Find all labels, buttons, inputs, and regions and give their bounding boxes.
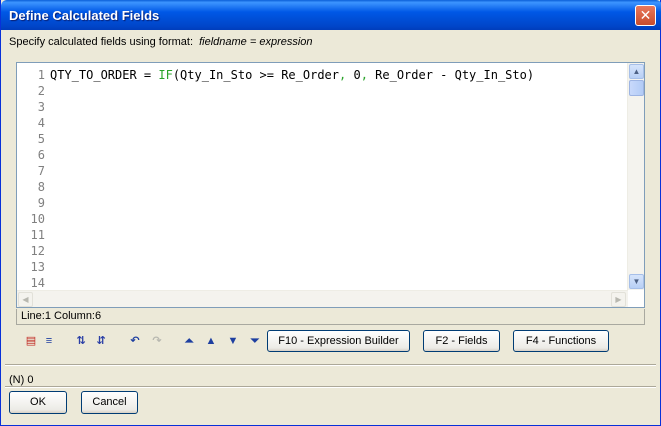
- indent-icon[interactable]: ≡: [41, 333, 57, 349]
- cancel-label: Cancel: [92, 396, 127, 408]
- condition-text: (Qty_In_Sto >= Re_Order: [172, 68, 339, 82]
- line-number: 6: [37, 148, 45, 162]
- line-number: 3: [37, 100, 45, 114]
- comma-separator: ,: [339, 68, 354, 82]
- expression-editor-frame: 1 2 3 4 5 6 7 8 9 10 11 12 13 14 QTY_TO_ORDER = IF(Qt…: [16, 62, 645, 308]
- move-top-icon[interactable]: ⏶: [181, 333, 197, 349]
- move-up-icon[interactable]: ▲: [203, 333, 219, 349]
- line-number: 13: [30, 260, 45, 274]
- line-number: 8: [37, 180, 45, 194]
- move-bottom-icon[interactable]: ⏷: [247, 333, 263, 349]
- divider: [5, 364, 656, 366]
- code-line-1[interactable]: QTY_TO_ORDER = IF(Qty_In_Sto >= Re_Order…: [50, 67, 628, 83]
- line-number: 2: [37, 84, 45, 98]
- instruction-text: Specify calculated fields using format: …: [9, 36, 313, 48]
- expression-editor[interactable]: 1 2 3 4 5 6 7 8 9 10 11 12 13 14 QTY_TO_ORDER = IF(Qt…: [17, 63, 628, 290]
- line-number: 9: [37, 196, 45, 210]
- sort-az-icon[interactable]: ⇅: [73, 333, 89, 349]
- scroll-right-icon[interactable]: ▶: [611, 292, 626, 307]
- line-number: 12: [30, 244, 45, 258]
- vertical-scrollbar[interactable]: ▲ ▼: [627, 63, 644, 290]
- line-number: 11: [30, 228, 45, 242]
- line-number: 10: [30, 212, 45, 226]
- scroll-left-icon[interactable]: ◀: [18, 292, 33, 307]
- dialog-window: Define Calculated Fields ✕ Specify calcu…: [0, 0, 661, 426]
- function-name: IF: [158, 68, 173, 82]
- editor-toolbar: ▤ ≡ ⇅ ⇵ ↶ ↷ ⏶ ▲ ▼ ⏷ F10 - Expression Bui…: [21, 330, 621, 352]
- cursor-position: Line:1 Column:6: [16, 309, 645, 325]
- instruction-label: Specify calculated fields using format:: [9, 36, 194, 48]
- format-hint: fieldname = expression: [199, 36, 313, 48]
- move-down-icon[interactable]: ▼: [225, 333, 241, 349]
- line-number: 1: [37, 68, 45, 82]
- line-number: 4: [37, 116, 45, 130]
- line-number: 5: [37, 132, 45, 146]
- expression-builder-button[interactable]: F10 - Expression Builder: [267, 330, 410, 352]
- scroll-thumb[interactable]: [629, 80, 644, 96]
- field-assignment: QTY_TO_ORDER =: [50, 68, 159, 82]
- scroll-up-icon[interactable]: ▲: [629, 64, 644, 79]
- fields-button[interactable]: F2 - Fields: [423, 330, 500, 352]
- divider: [5, 386, 656, 388]
- window-title: Define Calculated Fields: [9, 8, 160, 23]
- functions-button[interactable]: F4 - Functions: [513, 330, 609, 352]
- ok-label: OK: [30, 396, 46, 408]
- list-icon[interactable]: ▤: [23, 333, 39, 349]
- else-expression: Re_Order - Qty_In_Sto): [375, 68, 535, 82]
- scroll-down-icon[interactable]: ▼: [629, 274, 644, 289]
- ok-button[interactable]: OK: [9, 391, 67, 414]
- title-bar[interactable]: Define Calculated Fields ✕: [1, 0, 661, 30]
- line-number: 7: [37, 164, 45, 178]
- cancel-button[interactable]: Cancel: [81, 391, 138, 414]
- redo-icon[interactable]: ↷: [149, 333, 165, 349]
- sort-za-icon[interactable]: ⇵: [93, 333, 109, 349]
- undo-icon[interactable]: ↶: [127, 333, 143, 349]
- close-button[interactable]: ✕: [635, 5, 656, 26]
- line-number: 14: [30, 276, 45, 290]
- code-area[interactable]: QTY_TO_ORDER = IF(Qty_In_Sto >= Re_Order…: [50, 67, 628, 83]
- horizontal-scrollbar[interactable]: ◀ ▶: [17, 290, 628, 307]
- zero-literal: 0: [353, 68, 361, 82]
- record-count: (N) 0: [9, 374, 34, 386]
- line-number-gutter: 1 2 3 4 5 6 7 8 9 10 11 12 13 14: [17, 67, 47, 290]
- comma-separator: ,: [360, 68, 376, 82]
